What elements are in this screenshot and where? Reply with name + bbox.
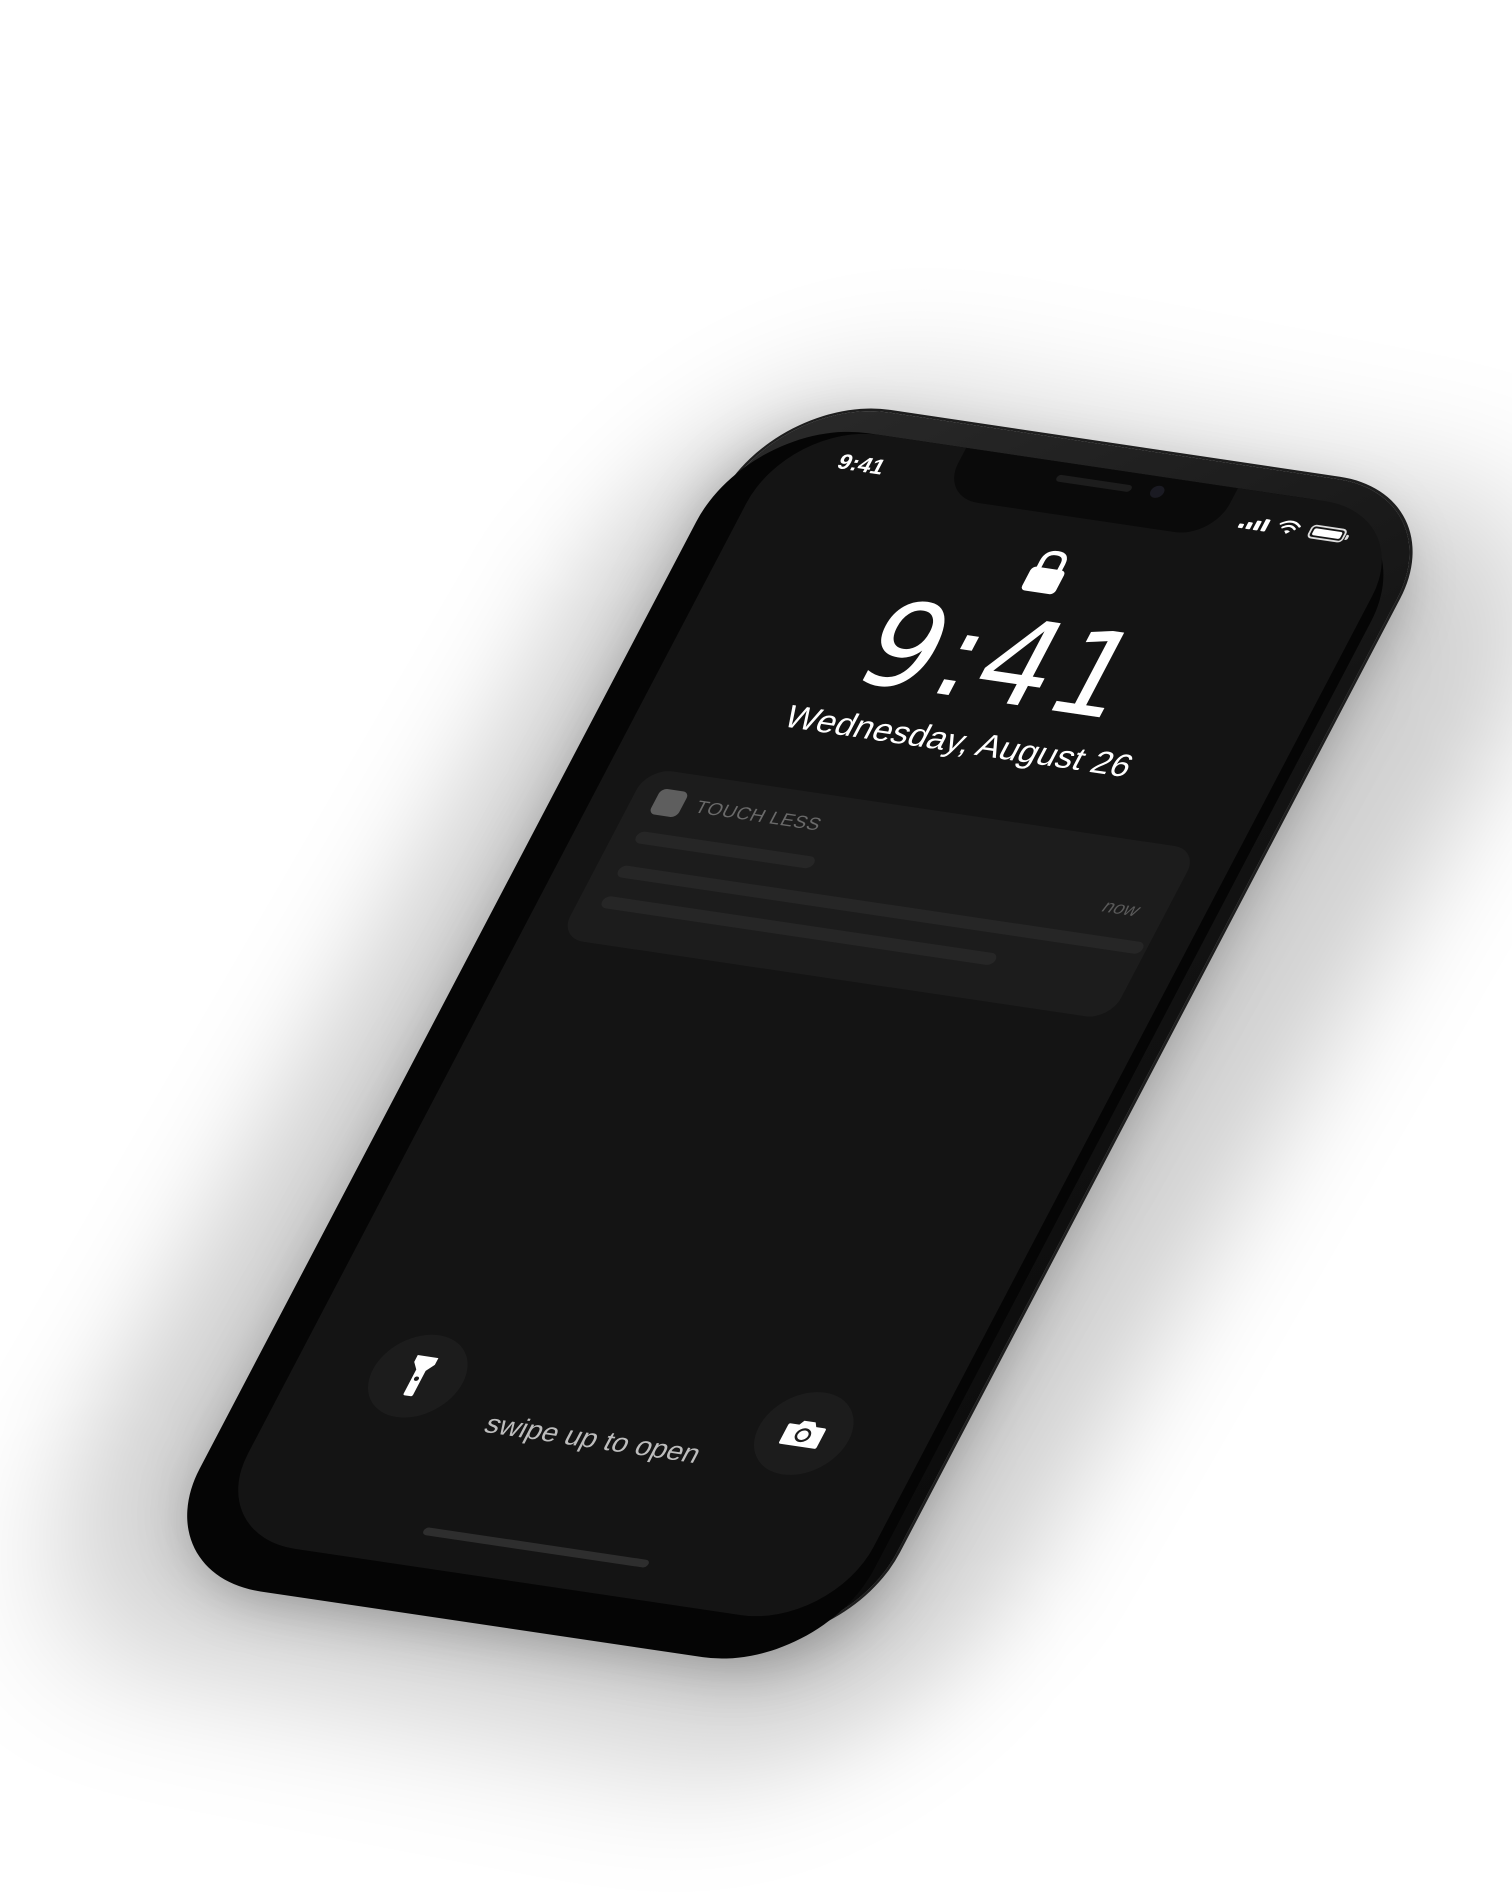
notification-app-name: TOUCH LESS: [691, 797, 826, 835]
camera-icon: [778, 1420, 826, 1449]
battery-icon: [1305, 524, 1349, 544]
status-time: 9:41: [832, 450, 890, 480]
notification-header: TOUCH LESS: [648, 788, 827, 838]
notification-title-placeholder: [632, 830, 818, 870]
notch: [940, 447, 1238, 538]
signal-icon: [1237, 514, 1271, 532]
mockup-stage: 9:41 9:41 Wednesday, August 26 TOUCH LES…: [0, 0, 1512, 1904]
app-icon: [648, 788, 690, 818]
wifi-icon: [1279, 520, 1301, 534]
speaker-grille: [1054, 474, 1134, 493]
notification-body-placeholder: [599, 895, 999, 966]
lock-icon: [1021, 550, 1067, 595]
front-camera: [1147, 484, 1167, 499]
notification-card[interactable]: TOUCH LESS now: [558, 767, 1199, 1020]
notification-timestamp: now: [1098, 896, 1144, 921]
status-icons: [1237, 513, 1349, 544]
flashlight-icon: [403, 1355, 439, 1397]
home-indicator[interactable]: [421, 1526, 651, 1569]
